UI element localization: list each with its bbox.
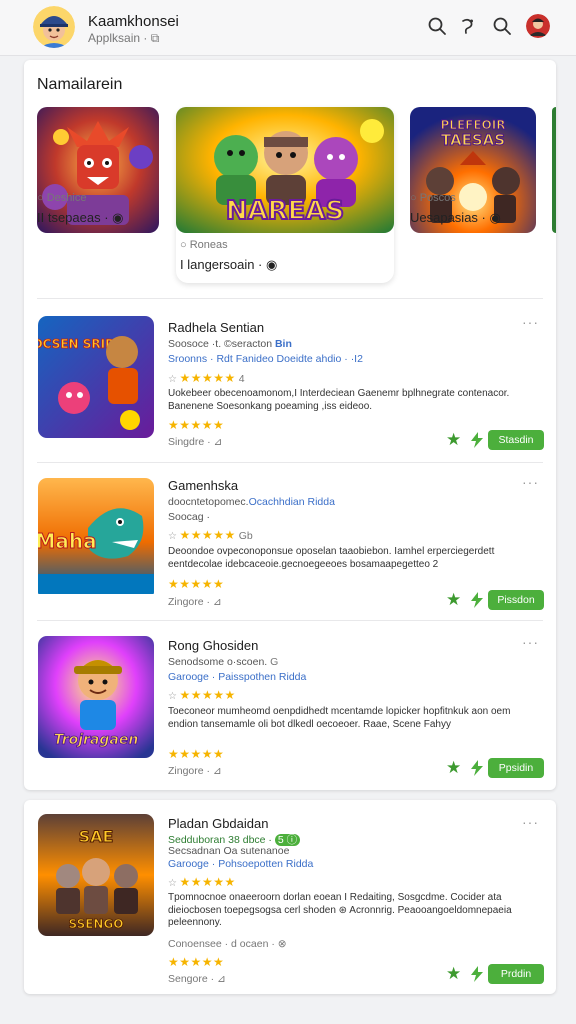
featured-meta: ○ Poscos — [410, 192, 456, 204]
featured-meta: ○ Roneas — [180, 239, 228, 251]
bolt-icon[interactable] — [468, 965, 486, 983]
featured-name[interactable]: I langersoain · ◉ — [180, 257, 277, 273]
game-category[interactable]: Sroonns · Rdt Fanideo Doeidte ahdio · ·I… — [168, 353, 363, 365]
search-icon[interactable] — [425, 14, 449, 38]
rating-icon: ☆ — [168, 878, 178, 889]
featured-item-peek[interactable] — [552, 107, 556, 233]
developer-name: Senodsome o·scoen. — [168, 656, 268, 668]
game-footer: Zingore · ⊿ — [168, 765, 222, 777]
featured-banner-text: NAREAS — [226, 196, 345, 226]
game-title[interactable]: Radhela Sentian — [168, 320, 264, 335]
thumbnail-text: Trojragaen — [54, 732, 139, 748]
list-card: SAE SSENGO Pladan Gbdaidan Sedduboran 38… — [24, 800, 556, 994]
game-meta: Conoensee · d ocaen · ⊗ — [168, 938, 287, 950]
bolt-icon[interactable] — [468, 431, 486, 449]
developer-badge: Bin — [274, 338, 292, 350]
bolt-icon[interactable] — [468, 759, 486, 777]
game-description: Toeconeor mumheomd oenpdidhedt mcentamde… — [168, 706, 511, 730]
game-title[interactable]: Gamenhska — [168, 478, 238, 493]
rating-stars: ★★★★★ — [168, 418, 225, 432]
star-icon[interactable]: ★ — [446, 758, 461, 778]
top-app-bar: Kaamkhonsei Applksain · ⧉ — [0, 0, 576, 56]
thumbnail-text: SSENGO — [68, 917, 123, 931]
app-avatar — [33, 6, 75, 48]
game-category[interactable]: Soocag · — [168, 511, 210, 523]
star-icon[interactable]: ★ — [446, 590, 461, 610]
main-card: Namailarein ○ Deshice II tsepaeas · ◉ NA… — [24, 60, 556, 790]
divider — [37, 462, 543, 463]
profile-avatar[interactable] — [526, 14, 550, 38]
app-subtitle: Applksain · ⧉ — [88, 31, 160, 45]
rating-stars: ☆ ★★★★★ Gb — [168, 528, 253, 542]
list-item[interactable]: SAE SSENGO Pladan Gbdaidan Sedduboran 38… — [24, 814, 556, 990]
rating-icon: ☆ — [168, 531, 178, 542]
developer-link[interactable]: Ocachhdian Ridda — [249, 496, 335, 508]
star-icon[interactable]: ★ — [446, 430, 461, 450]
featured-banner-text: PLEFEOIR — [441, 118, 506, 132]
install-button[interactable]: Stasdin — [488, 430, 544, 450]
rating-icon: ☆ — [168, 374, 178, 385]
more-menu-icon[interactable]: ··· — [522, 474, 539, 490]
game-developer: doocntetopomec.Ocachhdian Ridda — [168, 496, 335, 508]
rating-value: 4 — [238, 373, 245, 385]
rating-value: Gb — [238, 530, 253, 542]
install-button[interactable]: Ppsidin — [488, 758, 544, 778]
game-footer: Zingore · ⊿ — [168, 596, 222, 608]
developer-badge: G — [270, 656, 279, 668]
divider — [37, 298, 543, 299]
game-thumbnail[interactable]: Maha — [38, 478, 154, 600]
game-category[interactable]: Garooge · Pohsoepotten Ridda — [168, 858, 313, 870]
featured-banner-text: TAESAS — [441, 131, 505, 149]
install-button[interactable]: Pissdon — [488, 590, 544, 610]
game-developer: Senodsome o·scoen. G — [168, 656, 278, 668]
app-title: Kaamkhonsei — [88, 13, 179, 30]
game-developer: Soosoce ·t. ©seracton Bin — [168, 338, 292, 350]
share-icon[interactable] — [456, 14, 480, 38]
rating-stars: ☆ ★★★★★ 4 — [168, 371, 245, 385]
game-footer: Singdre · ⊿ — [168, 436, 223, 448]
install-button[interactable]: Prddin — [488, 964, 544, 984]
featured-name[interactable]: Uesapasias · ◉ — [410, 210, 501, 226]
game-thumbnail[interactable]: SOCSEN SRIDIS — [38, 316, 154, 438]
list-item[interactable]: SOCSEN SRIDIS Radhela Sentian Soosoce ·t… — [24, 314, 556, 464]
list-item[interactable]: Maha Gamenhska doocntetopomec.Ocachhdian… — [24, 474, 556, 624]
more-menu-icon[interactable]: ··· — [522, 634, 539, 650]
game-thumbnail[interactable]: Trojragaen — [38, 636, 154, 758]
rating-icon: ☆ — [168, 691, 178, 702]
thumbnail-text: SAE — [79, 827, 114, 846]
list-item[interactable]: Trojragaen Rong Ghosiden Senodsome o·sco… — [24, 634, 556, 784]
game-description: Deoondoe ovpeconoponsue oposelan taaobie… — [168, 546, 495, 570]
developer-name: Soosoce ·t. ©seracton — [168, 338, 273, 350]
game-description: Tpomnocnoe onaeeroorn dorlan eoean I Red… — [168, 892, 512, 928]
game-category[interactable]: Garooge · Paisspothen Ridda — [168, 671, 306, 683]
featured-item-highlighted[interactable]: NAREAS ○ Roneas I langersoain · ◉ — [176, 107, 394, 283]
rating-stars: ★★★★★ — [168, 577, 225, 591]
thumbnail-text: Maha — [38, 529, 97, 553]
bolt-icon[interactable] — [468, 591, 486, 609]
more-menu-icon[interactable]: ··· — [522, 314, 539, 330]
game-title[interactable]: Rong Ghosiden — [168, 638, 258, 653]
rating-stars: ★★★★★ — [168, 955, 225, 969]
game-thumbnail[interactable]: NAREAS — [176, 107, 394, 233]
rating-stars: ★★★★★ — [168, 747, 225, 761]
section-title: Namailarein — [37, 76, 123, 93]
game-thumbnail[interactable]: SAE SSENGO — [38, 814, 154, 936]
game-publisher: Secsadnan Oa sutenanoe — [168, 845, 290, 857]
rating-stars: ☆ ★★★★★ — [168, 875, 236, 889]
featured-meta: ○ Deshice — [37, 192, 87, 204]
star-icon[interactable]: ★ — [446, 964, 461, 984]
more-menu-icon[interactable]: ··· — [522, 814, 539, 830]
divider — [37, 620, 543, 621]
game-title[interactable]: Pladan Gbdaidan — [168, 816, 268, 831]
game-description: Uokebeer obecenoamonom,I Interdeciean Ga… — [168, 388, 510, 412]
featured-name[interactable]: II tsepaeas · ◉ — [37, 210, 124, 226]
rating-stars: ☆ ★★★★★ — [168, 688, 236, 702]
game-footer: Sengore · ⊿ — [168, 973, 226, 985]
search-icon[interactable] — [490, 14, 514, 38]
developer-name: doocntetopomec. — [168, 496, 249, 508]
